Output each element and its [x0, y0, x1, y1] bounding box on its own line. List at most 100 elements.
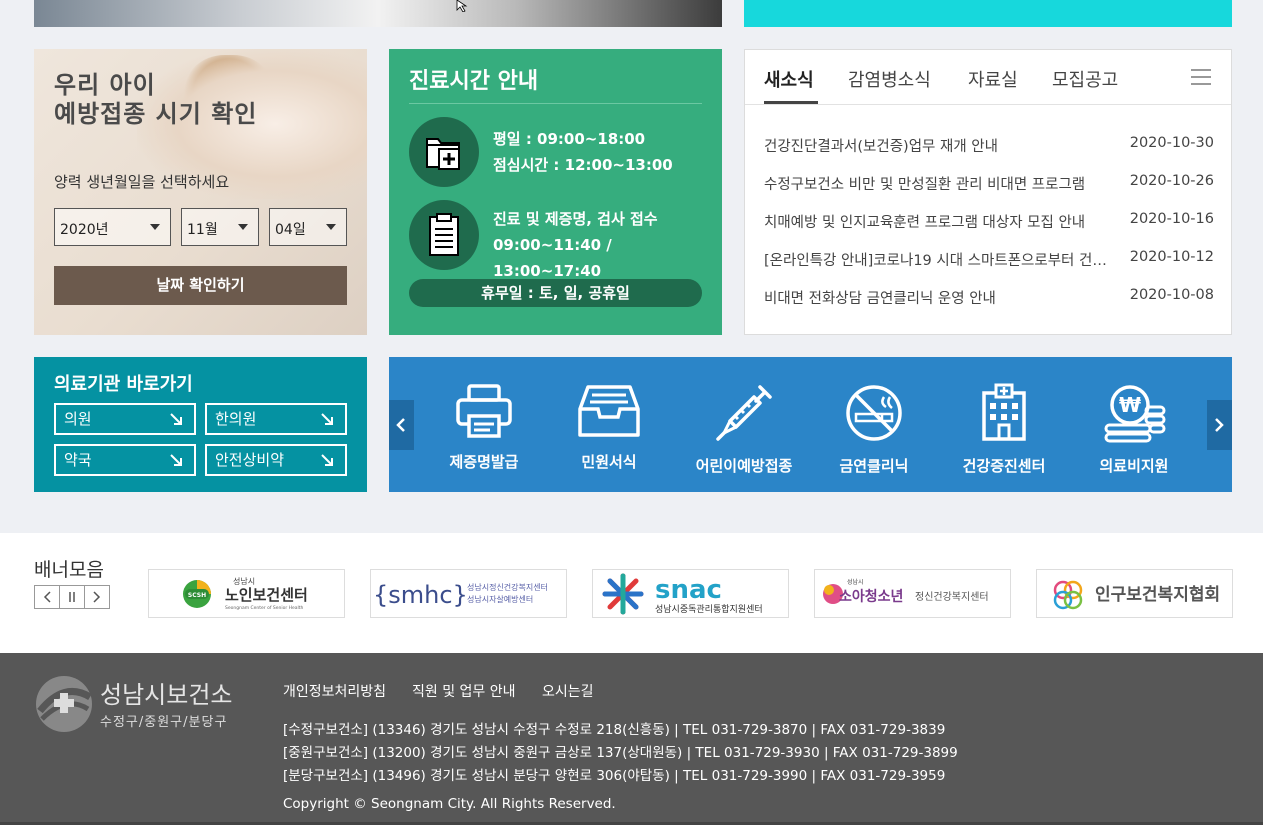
- vaccination-title: 우리 아이 예방접종 시기 확인: [54, 71, 258, 128]
- list-item[interactable]: 건강진단결과서(보건증)업무 재개 안내 2020-10-30: [764, 135, 1214, 155]
- service-forms[interactable]: 민원서식: [549, 383, 669, 472]
- footer-org-name: 성남시보건소: [100, 681, 233, 709]
- tab-infectious-disease[interactable]: 감염병소식: [848, 66, 931, 92]
- site-footer: 성남시보건소 수정구/중원구/분당구 개인정보처리방침 직원 및 업무 안내 오…: [0, 653, 1263, 825]
- banner-smhc[interactable]: {smhc} 성남시정신건강복지센터 성남시자살예방센터: [370, 569, 567, 618]
- reception-title: 진료 및 제증명, 검사 접수: [493, 210, 658, 228]
- news-tabs: 새소식 감염병소식 자료실 모집공고: [745, 50, 1231, 105]
- footer-staff-link[interactable]: 직원 및 업무 안내: [412, 681, 516, 701]
- carousel-next-button[interactable]: [1207, 400, 1232, 450]
- month-select[interactable]: 11월: [181, 208, 259, 246]
- list-item[interactable]: 비대면 전화상담 금연클리닉 운영 안내 2020-10-08: [764, 287, 1214, 307]
- shortcuts-title: 의료기관 바로가기: [54, 374, 193, 395]
- list-item[interactable]: [온라인특강 안내]코로나19 시대 스마트폰으로부터 건강지키기 2020-1…: [764, 249, 1214, 269]
- pause-icon: [69, 592, 75, 602]
- hero-photo-strip: [34, 0, 722, 27]
- banner-next-button[interactable]: [84, 585, 110, 609]
- svg-text:₩: ₩: [1119, 393, 1141, 417]
- senior-health-center-logo: SCSH 성남시 노인보건센터 Seongnam Center of Senio…: [183, 577, 308, 611]
- hospital-icon: [982, 383, 1026, 441]
- chevron-right-icon: [1215, 418, 1224, 432]
- snac-logo: snac 성남시중독관리통합지원센터: [602, 573, 763, 615]
- service-certificate[interactable]: 제증명발급: [424, 383, 544, 472]
- day-select[interactable]: 04일: [269, 208, 347, 246]
- active-tab-indicator: [764, 101, 818, 104]
- banner-collection: 배너모음 SCSH 성남시 노인보건센터 Seongnam Center of …: [0, 533, 1263, 653]
- tab-recruitment[interactable]: 모집공고: [1052, 66, 1118, 92]
- clinic-hours-title: 진료시간 안내: [409, 69, 539, 94]
- svg-text:{smhc}: {smhc}: [373, 581, 468, 609]
- svg-text:노인보건센터: 노인보건센터: [225, 586, 308, 604]
- banner-snac[interactable]: snac 성남시중독관리통합지원센터: [592, 569, 789, 618]
- lunch-hours: 점심시간 : 12:00~13:00: [493, 156, 673, 174]
- inbox-icon: [578, 385, 640, 437]
- footer-address-bundang: [분당구보건소] (13496) 경기도 성남시 분당구 양현로 306(야탑동…: [283, 768, 946, 784]
- tab-resources[interactable]: 자료실: [968, 66, 1018, 92]
- news-board: 새소식 감염병소식 자료실 모집공고 건강진단결과서(보건증)업무 재개 안내 …: [744, 49, 1232, 335]
- seongnam-health-logo-icon: [36, 676, 92, 732]
- svg-text:snac: snac: [655, 575, 722, 605]
- medical-folder-icon: [409, 117, 479, 187]
- service-medical-support[interactable]: ₩ 의료비지원: [1074, 383, 1194, 476]
- arrow-down-right-icon: [170, 454, 182, 466]
- svg-text:소아청소년: 소아청소년: [839, 588, 903, 605]
- chevron-down-icon: [238, 224, 248, 230]
- mouse-cursor-icon: [456, 0, 468, 12]
- divider: [409, 103, 702, 104]
- link-clinic[interactable]: 의원: [54, 403, 196, 435]
- banner-pause-button[interactable]: [59, 585, 85, 609]
- closed-days-badge: 휴무일 : 토, 일, 공휴일: [409, 279, 702, 307]
- list-item[interactable]: 치매예방 및 인지교육훈련 프로그램 대상자 모집 안내 2020-10-16: [764, 211, 1214, 231]
- svg-text:성남시: 성남시: [847, 578, 864, 586]
- arrow-down-right-icon: [170, 413, 182, 425]
- link-safe-medicine[interactable]: 안전상비약: [205, 444, 347, 476]
- svg-text:Seongnam Center of Senior Heal: Seongnam Center of Senior Health: [225, 605, 304, 611]
- footer-privacy-link[interactable]: 개인정보처리방침: [283, 681, 386, 701]
- service-child-vaccination[interactable]: 어린이예방접종: [684, 383, 804, 476]
- arrow-down-right-icon: [321, 454, 333, 466]
- service-health-center[interactable]: 건강증진센터: [944, 383, 1064, 476]
- banner-prev-button[interactable]: [34, 585, 60, 609]
- medical-institution-shortcuts: 의료기관 바로가기 의원 한의원 약국 안전상비약: [34, 357, 367, 492]
- svg-text:성남시정신건강복지센터: 성남시정신건강복지센터: [467, 582, 548, 592]
- clinic-hours-card: 진료시간 안내 평일 : 09:00~18:00 점심시간 : 12:00~13…: [389, 49, 722, 335]
- more-menu-icon[interactable]: [1191, 69, 1211, 85]
- svg-text:성남시자살예방센터: 성남시자살예방센터: [467, 594, 533, 604]
- syringe-icon: [716, 385, 772, 441]
- weekday-hours: 평일 : 09:00~18:00: [493, 130, 646, 148]
- banner-youth-mental-health[interactable]: 성남시 소아청소년 정신건강복지센터: [814, 569, 1011, 618]
- list-item[interactable]: 수정구보건소 비만 및 만성질환 관리 비대면 프로그램 2020-10-26: [764, 173, 1214, 193]
- chevron-left-icon: [396, 418, 405, 432]
- printer-icon: [456, 384, 512, 438]
- footer-copyright: Copyright © Seongnam City. All Rights Re…: [283, 796, 616, 812]
- check-date-button[interactable]: 날짜 확인하기: [54, 266, 347, 305]
- year-select[interactable]: 2020년: [54, 208, 171, 246]
- smhc-logo: {smhc} 성남시정신건강복지센터 성남시자살예방센터: [373, 581, 548, 609]
- tab-news[interactable]: 새소식: [764, 66, 814, 92]
- chevron-right-icon: [93, 591, 101, 603]
- banner-title: 배너모음: [34, 559, 104, 581]
- arrow-down-right-icon: [321, 413, 333, 425]
- hero-side-banner[interactable]: [744, 0, 1232, 27]
- carousel-prev-button[interactable]: [389, 400, 414, 450]
- link-oriental-clinic[interactable]: 한의원: [205, 403, 347, 435]
- footer-address-jungwon: [중원구보건소] (13200) 경기도 성남시 중원구 금상로 137(상대원…: [283, 745, 958, 761]
- footer-address-sujeong: [수정구보건소] (13346) 경기도 성남시 수정구 수정로 218(신흥동…: [283, 722, 946, 738]
- link-pharmacy[interactable]: 약국: [54, 444, 196, 476]
- svg-text:정신건강복지센터: 정신건강복지센터: [915, 591, 989, 603]
- no-smoking-icon: [846, 385, 902, 441]
- birthdate-instruction: 양력 생년월일을 선택하세요: [54, 173, 230, 191]
- service-smoking-cessation[interactable]: 금연클리닉: [814, 383, 934, 476]
- svg-text:성남시중독관리통합지원센터: 성남시중독관리통합지원센터: [655, 604, 763, 615]
- footer-directions-link[interactable]: 오시는길: [542, 681, 594, 701]
- banner-senior-health-center[interactable]: SCSH 성남시 노인보건센터 Seongnam Center of Senio…: [148, 569, 345, 618]
- svg-text:SCSH: SCSH: [188, 592, 206, 599]
- youth-mental-health-logo: 성남시 소아청소년 정신건강복지센터: [823, 578, 989, 605]
- chevron-down-icon: [150, 224, 160, 230]
- banner-population-welfare[interactable]: 인구보건복지협회: [1036, 569, 1233, 618]
- chevron-down-icon: [326, 224, 336, 230]
- coins-icon: ₩: [1104, 385, 1166, 443]
- chevron-left-icon: [43, 591, 51, 603]
- svg-text:성남시: 성남시: [233, 577, 255, 586]
- population-welfare-logo: 인구보건복지협회: [1053, 580, 1220, 610]
